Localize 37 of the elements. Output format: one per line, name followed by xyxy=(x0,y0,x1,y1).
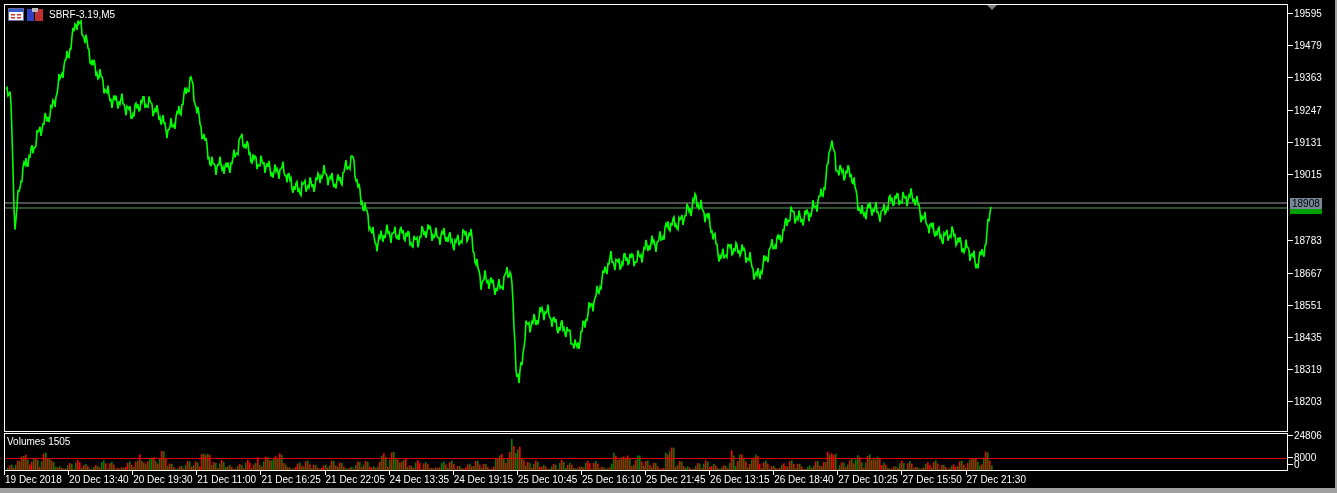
time-axis-label: 21 Dec 11:00 xyxy=(197,474,257,485)
volume-axis-label: 24806 xyxy=(1294,430,1322,441)
price-axis-label: 19363 xyxy=(1294,72,1322,84)
time-axis-label: 27 Dec 21:30 xyxy=(966,474,1026,485)
time-axis-label: 26 Dec 18:40 xyxy=(774,474,834,485)
chart-title: SBRF-3.19,M5 xyxy=(49,9,116,20)
books-icon[interactable] xyxy=(27,8,43,21)
ask-price-marker xyxy=(1290,209,1322,214)
price-axis-label: 18319 xyxy=(1294,364,1322,376)
price-axis-label: 18783 xyxy=(1294,235,1322,247)
time-axis-label: 20 Dec 19:30 xyxy=(133,474,193,485)
time-axis-label: 25 Dec 21:45 xyxy=(646,474,706,485)
price-axis-label: 18203 xyxy=(1294,396,1322,408)
time-axis-label: 25 Dec 10:45 xyxy=(517,474,578,485)
time-axis-label: 20 Dec 13:40 xyxy=(69,474,129,485)
time-axis-label: 24 Dec 19:15 xyxy=(453,474,514,485)
time-axis-label: 26 Dec 13:15 xyxy=(710,474,770,485)
price-axis-label: 18435 xyxy=(1294,332,1322,343)
price-axis-label: 19015 xyxy=(1294,169,1322,180)
price-axis-label: 19595 xyxy=(1294,8,1322,19)
time-axis-label: 21 Dec 22:05 xyxy=(325,474,385,485)
price-axis-label: 19479 xyxy=(1294,40,1322,52)
price-axis-label: 19131 xyxy=(1294,136,1322,148)
volume-indicator-label: Volumes 1505 xyxy=(7,436,71,447)
shift-marker-icon[interactable] xyxy=(987,5,997,10)
price-axis-label: 18667 xyxy=(1294,267,1322,279)
time-axis-label: 24 Dec 13:35 xyxy=(389,474,450,485)
time-axis-label: 19 Dec 2018 xyxy=(5,474,62,485)
price-axis-label: 18551 xyxy=(1294,299,1322,311)
time-axis-label: 25 Dec 16:10 xyxy=(581,474,642,485)
volume-axis-label: 0 xyxy=(1294,459,1300,470)
current-price-label: 18908 xyxy=(1290,198,1322,209)
time-axis-label: 21 Dec 16:25 xyxy=(261,474,321,485)
table-window-icon[interactable] xyxy=(8,8,24,21)
time-axis-label: 27 Dec 10:25 xyxy=(838,474,898,485)
price-axis-label: 19247 xyxy=(1294,104,1322,116)
time-axis-label: 27 Dec 15:50 xyxy=(902,474,962,485)
